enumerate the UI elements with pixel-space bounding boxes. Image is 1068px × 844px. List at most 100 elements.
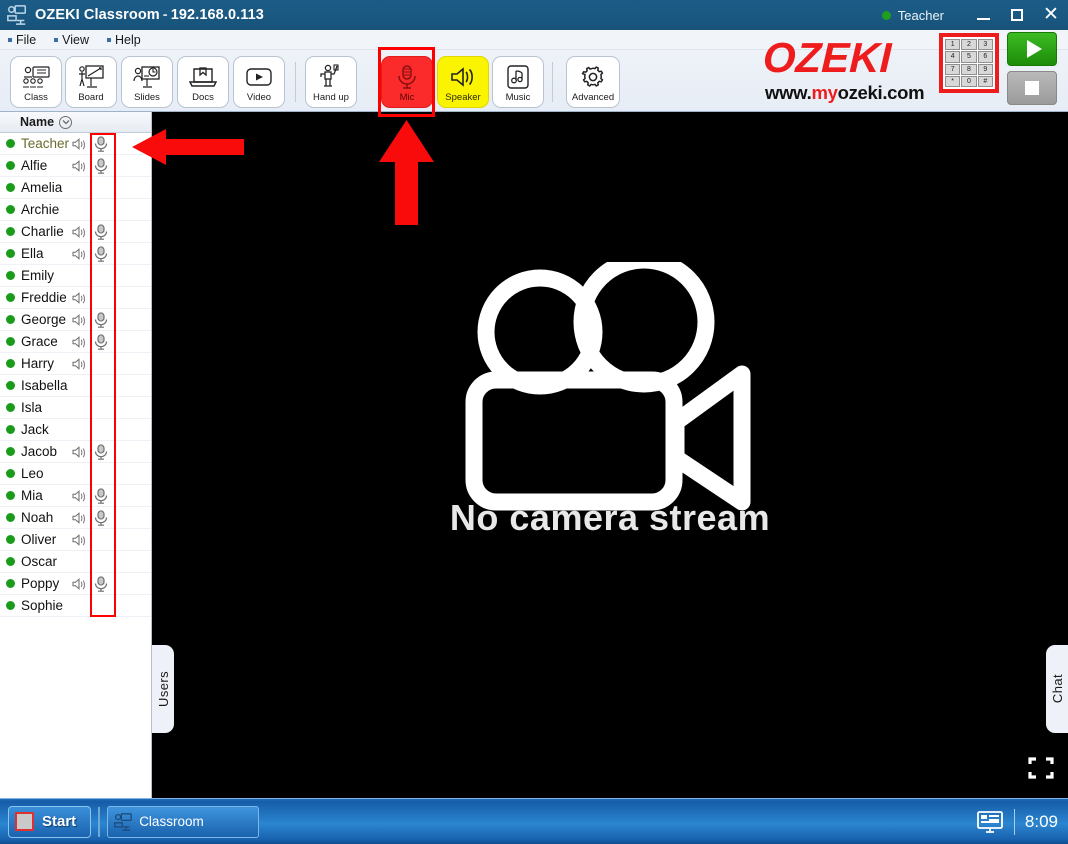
- user-name: Isabella: [21, 378, 68, 393]
- user-online-dot: [6, 315, 15, 324]
- user-speaker-icon[interactable]: [72, 160, 86, 175]
- music-icon: [505, 62, 531, 92]
- user-row[interactable]: Poppy: [0, 573, 151, 595]
- user-name: Amelia: [21, 180, 63, 195]
- clock[interactable]: 8:09: [1025, 812, 1058, 832]
- user-row[interactable]: Grace: [0, 331, 151, 353]
- user-row[interactable]: Oscar: [0, 551, 151, 573]
- title-bar: OZEKI Classroom -192.168.0.113 Teacher ✕: [0, 0, 1068, 30]
- user-speaker-icon[interactable]: [72, 314, 86, 329]
- user-row[interactable]: Noah: [0, 507, 151, 529]
- stop-button[interactable]: [1007, 71, 1057, 105]
- classroom-icon: [7, 5, 26, 25]
- user-name: George: [21, 312, 67, 327]
- display-icon[interactable]: [976, 810, 1004, 834]
- user-name: Isla: [21, 400, 43, 415]
- user-row[interactable]: Oliver: [0, 529, 151, 551]
- user-row[interactable]: Sophie: [0, 595, 151, 617]
- taskbar-item-classroom[interactable]: Classroom: [107, 805, 260, 838]
- toolbar-button-board[interactable]: Board: [65, 56, 117, 108]
- url-prefix: www.: [765, 82, 812, 103]
- user-speaker-icon[interactable]: [72, 138, 86, 153]
- minimize-icon: [976, 18, 990, 20]
- red-up-arrow-annotation: [379, 120, 434, 225]
- user-row[interactable]: George: [0, 309, 151, 331]
- user-row[interactable]: Emily: [0, 265, 151, 287]
- ozeki-logo: OZEKI www.myozeki.com 1 2 3 4 5 6 7 8 9 …: [747, 30, 1002, 108]
- user-row[interactable]: Archie: [0, 199, 151, 221]
- toolbar-button-speaker[interactable]: Speaker: [437, 56, 489, 108]
- user-row[interactable]: Amelia: [0, 177, 151, 199]
- user-row[interactable]: Isabella: [0, 375, 151, 397]
- play-button[interactable]: [1007, 32, 1057, 66]
- user-speaker-icon[interactable]: [72, 358, 86, 373]
- user-name: Jacob: [21, 444, 58, 459]
- user-mic-icon[interactable]: [94, 312, 108, 332]
- taskbar-separator: [98, 806, 101, 837]
- user-speaker-icon[interactable]: [72, 248, 86, 263]
- menu-item-view[interactable]: View: [54, 33, 89, 47]
- user-mic-icon[interactable]: [94, 488, 108, 508]
- user-mic-icon[interactable]: [94, 224, 108, 244]
- user-name: Leo: [21, 466, 44, 481]
- maximize-button[interactable]: [1000, 1, 1034, 29]
- close-button[interactable]: ✕: [1034, 1, 1068, 29]
- user-row[interactable]: Mia: [0, 485, 151, 507]
- user-row[interactable]: Ella: [0, 243, 151, 265]
- user-speaker-icon[interactable]: [72, 512, 86, 527]
- current-user-status: Teacher: [881, 8, 944, 23]
- fullscreen-button[interactable]: [1028, 757, 1054, 784]
- toolbar-button-label: Slides: [134, 91, 160, 103]
- taskbar: Start Classroom 8:09: [0, 798, 1068, 844]
- user-speaker-icon[interactable]: [72, 336, 86, 351]
- user-online-dot: [6, 337, 15, 346]
- toolbar-button-handup[interactable]: Hand up: [305, 56, 357, 108]
- user-mic-icon[interactable]: [94, 510, 108, 530]
- toolbar-button-label: Advanced: [571, 91, 615, 103]
- toolbar-button-class[interactable]: Class: [10, 56, 62, 108]
- user-row[interactable]: Jack: [0, 419, 151, 441]
- chevron-down-icon[interactable]: [59, 115, 73, 129]
- user-name: Noah: [21, 510, 54, 525]
- user-mic-icon[interactable]: [94, 158, 108, 178]
- user-row[interactable]: Charlie: [0, 221, 151, 243]
- toolbar-button-docs[interactable]: Docs: [177, 56, 229, 108]
- menu-item-help[interactable]: Help: [107, 33, 141, 47]
- user-speaker-icon[interactable]: [72, 578, 86, 593]
- minimize-button[interactable]: [966, 1, 1000, 29]
- user-row[interactable]: Leo: [0, 463, 151, 485]
- user-row[interactable]: Teacher: [0, 133, 151, 155]
- user-online-dot: [6, 249, 15, 258]
- online-status-dot: [881, 10, 891, 20]
- user-mic-icon[interactable]: [94, 444, 108, 464]
- user-list-header[interactable]: Name: [0, 112, 151, 133]
- side-tab-chat[interactable]: Chat: [1046, 645, 1068, 733]
- gear-icon: [580, 62, 606, 92]
- user-speaker-icon[interactable]: [72, 226, 86, 241]
- user-row[interactable]: Jacob: [0, 441, 151, 463]
- user-row[interactable]: Harry: [0, 353, 151, 375]
- user-speaker-icon[interactable]: [72, 292, 86, 307]
- side-tab-users[interactable]: Users: [152, 645, 174, 733]
- url-suffix: ozeki.com: [837, 82, 925, 103]
- toolbar-button-advanced[interactable]: Advanced: [566, 56, 620, 108]
- user-speaker-icon[interactable]: [72, 490, 86, 505]
- start-button[interactable]: Start: [8, 805, 92, 838]
- user-row[interactable]: Freddie: [0, 287, 151, 309]
- user-row[interactable]: Alfie: [0, 155, 151, 177]
- user-speaker-icon[interactable]: [72, 534, 86, 549]
- user-mic-icon[interactable]: [94, 334, 108, 354]
- user-mic-icon[interactable]: [94, 246, 108, 266]
- menu-label: Help: [115, 32, 141, 47]
- user-mic-icon[interactable]: [94, 576, 108, 596]
- video-icon: [244, 62, 274, 92]
- toolbar-button-slides[interactable]: Slides: [121, 56, 173, 108]
- user-row[interactable]: Isla: [0, 397, 151, 419]
- toolbar-button-video[interactable]: Video: [233, 56, 285, 108]
- toolbar-button-music[interactable]: Music: [492, 56, 544, 108]
- user-speaker-icon[interactable]: [72, 446, 86, 461]
- logo-url: www.myozeki.com: [765, 82, 925, 104]
- user-name: Charlie: [21, 224, 64, 239]
- menu-item-file[interactable]: File: [8, 33, 36, 47]
- user-mic-icon[interactable]: [94, 136, 108, 156]
